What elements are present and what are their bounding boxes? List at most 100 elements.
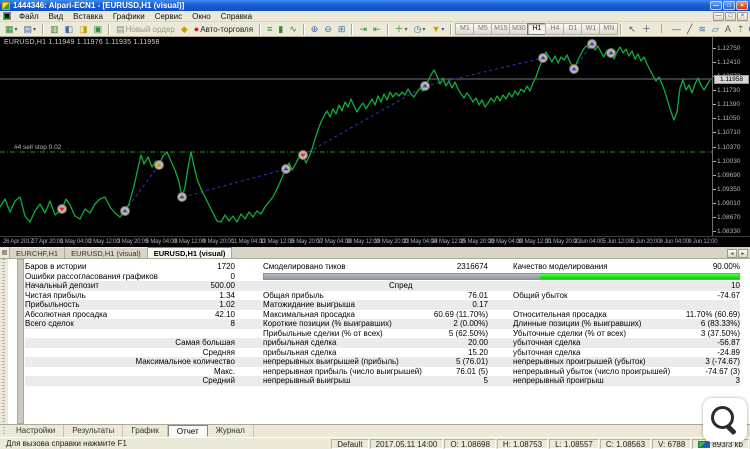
chart-tab-1[interactable]: EURUSD,H1 (visual) [65, 247, 148, 258]
navigator-icon[interactable]: ◨ [76, 23, 91, 36]
chart-window-icon[interactable] [3, 12, 11, 20]
tester-tab-2[interactable]: График [123, 425, 167, 437]
timeframe-button-d1[interactable]: D1 [563, 23, 582, 35]
report-value: 3 (37.50%) [701, 329, 740, 339]
child-restore-button[interactable]: □ [725, 12, 736, 21]
report-value: 60.69 (11.70%) [434, 310, 488, 320]
timeframe-button-mn[interactable]: MN [599, 23, 618, 35]
title-bar[interactable]: 1444346: Alpari-ECN1 - [EURUSD,H1 (visua… [0, 0, 750, 11]
market-watch-icon[interactable]: ▥ [47, 23, 62, 36]
profiles-icon[interactable]: ▤▾ [21, 23, 40, 36]
close-button[interactable]: × [736, 1, 748, 10]
time-tick-label: 2 May 12:00 [89, 239, 120, 245]
tabs-scroll-right-icon[interactable]: ► [738, 249, 748, 258]
horizontal-line-glyph: — [672, 24, 681, 35]
time-tick-label: 3 May 20:00 [117, 239, 148, 245]
periods-icon[interactable]: ◷▾ [411, 23, 429, 36]
crosshair-icon[interactable]: ＋ [639, 23, 654, 36]
report-label: Чистая прибыль [25, 291, 219, 301]
timeframe-button-h4[interactable]: H4 [545, 23, 564, 35]
chart-tab-2[interactable]: EURUSD,H1 (visual) [148, 247, 233, 258]
chart-tab-0[interactable]: EURCHF,H1 [10, 247, 65, 258]
report-pair [513, 300, 740, 310]
time-axis[interactable]: 26 Apr 201727 Apr 20:001 May 04:002 May … [0, 236, 750, 247]
menu-item-3[interactable]: Графики [108, 11, 150, 22]
line-chart-icon[interactable]: ∿ [286, 23, 300, 36]
trade-marker-buy [282, 165, 291, 174]
menu-item-4[interactable]: Сервис [150, 11, 187, 22]
timeframe-button-w1[interactable]: W1 [581, 23, 600, 35]
vertical-line-icon[interactable]: ｜ [654, 23, 669, 36]
price-tick-label: 1.12750 [717, 45, 741, 52]
tester-tabs-grip[interactable] [0, 425, 8, 438]
report-pair: Самая большая [25, 338, 235, 348]
tile-windows-icon[interactable]: ⊞ [335, 23, 349, 36]
auto-scroll-icon[interactable]: ⇥ [356, 23, 370, 36]
report-row: Абсолютная просадка42.10Максимальная про… [25, 310, 740, 320]
timeframe-button-m30[interactable]: M30 [509, 23, 528, 35]
report-value: 3 [736, 376, 740, 386]
report-pair: Общая прибыль76.01 [263, 291, 488, 301]
price-axis[interactable]: 1.11958 1.127501.124101.120701.117301.11… [712, 37, 750, 236]
minimize-button[interactable]: — [710, 1, 722, 10]
tester-tab-0[interactable]: Настройки [8, 425, 64, 437]
trade-marker-buy [607, 49, 616, 58]
report-pair: убыточная сделка-24.89 [513, 348, 740, 358]
report-label: Начальный депозит [25, 281, 211, 291]
tester-tab-1[interactable]: Результаты [64, 425, 123, 437]
menu-item-1[interactable]: Вид [44, 11, 68, 22]
metaeditor-icon[interactable]: ◆ [178, 23, 191, 36]
tester-scrollbar[interactable] [17, 259, 24, 424]
timeframe-button-h1[interactable]: H1 [527, 23, 546, 35]
restore-button[interactable]: □ [723, 1, 735, 10]
cursor-icon[interactable]: ↖ [625, 23, 639, 36]
auto-trading-button[interactable]: ●Авто-торговля [191, 23, 256, 36]
data-window-glyph: ◧ [65, 24, 74, 35]
status-segment-0: Default [331, 439, 368, 449]
child-close-button[interactable]: × [737, 12, 748, 21]
bar-chart-icon[interactable]: ≡ [264, 23, 275, 36]
tester-tab-3[interactable]: Отчет [168, 425, 208, 437]
status-bar: Для вызова справки нажмите F1 Default201… [0, 437, 750, 449]
price-chart[interactable] [0, 37, 712, 236]
indicators-icon[interactable]: ＋▾ [392, 23, 411, 36]
zoom-in-icon[interactable]: ⊕ [308, 23, 322, 36]
tester-tab-4[interactable]: Журнал [208, 425, 254, 437]
new-order-button[interactable]: ▤Новый ордер [113, 23, 178, 36]
zoom-out-icon[interactable]: ⊖ [321, 23, 335, 36]
terminal-icon[interactable]: ▣ [91, 23, 106, 36]
timeframe-button-m15[interactable]: M15 [491, 23, 510, 35]
toolbar-separator [42, 24, 44, 35]
tester-tabs-bar: НастройкиРезультатыГрафикОтчетЖурнал [0, 424, 750, 437]
tester-panel-grip[interactable] [0, 259, 8, 424]
arrow-objects-icon[interactable]: ⇡ [734, 23, 748, 36]
new-chart-icon[interactable]: ▦▾ [2, 23, 21, 36]
timeframe-button-m5[interactable]: M5 [473, 23, 492, 35]
data-window-icon[interactable]: ◧ [62, 23, 77, 36]
text-icon[interactable]: A [722, 23, 734, 36]
shapes-icon[interactable]: ▱ [709, 23, 722, 36]
indicators-glyph: ＋ [395, 24, 404, 35]
timeframe-button-m1[interactable]: M1 [455, 23, 474, 35]
horizontal-line-icon[interactable]: — [669, 23, 684, 36]
report-label: Общий убыток [513, 291, 717, 301]
trade-marker-buy [421, 82, 430, 91]
magnifier-overlay-icon[interactable] [703, 398, 747, 442]
report-label [25, 376, 202, 386]
menu-item-6[interactable]: Справка [216, 11, 257, 22]
templates-icon[interactable]: ▼▾ [428, 23, 447, 36]
trendline-icon[interactable]: ╱ [684, 23, 695, 36]
report-value: 1.02 [219, 300, 235, 310]
menu-item-5[interactable]: Окно [187, 11, 216, 22]
time-tick-label: 8 May 12:00 [174, 239, 205, 245]
menu-item-2[interactable]: Вставка [68, 11, 108, 22]
report-label: Абсолютная просадка [25, 310, 215, 320]
tabs-scroll-left-icon[interactable]: ◄ [727, 249, 737, 258]
child-minimize-button[interactable]: — [713, 12, 724, 21]
fibonacci-icon[interactable]: ≋ [695, 23, 709, 36]
chart-shift-icon[interactable]: ⇤ [370, 23, 384, 36]
candlestick-chart-icon[interactable]: ▮ [275, 23, 286, 36]
chart-window[interactable]: EURUSD,H1 1.11949 1.11976 1.11935 1.1195… [0, 37, 750, 247]
report-row: Самая большаяприбыльная сделка20.00убыто… [25, 338, 740, 348]
menu-item-0[interactable]: Файл [14, 11, 44, 22]
